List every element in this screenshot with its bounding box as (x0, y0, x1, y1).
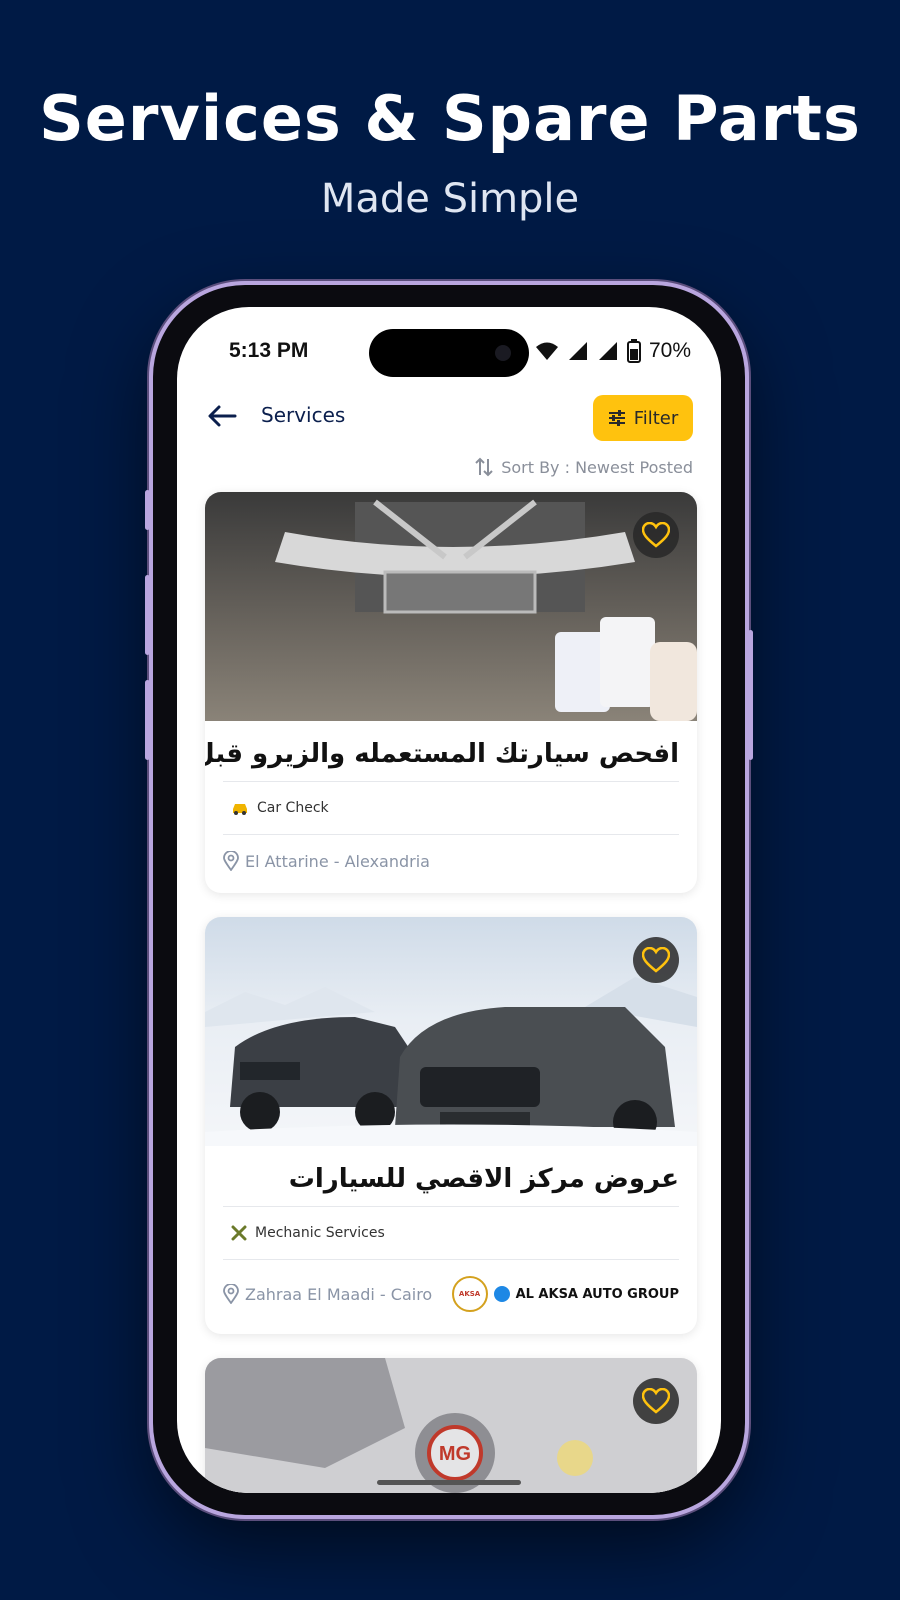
filter-label: Filter (633, 407, 679, 429)
filter-icon (608, 410, 625, 426)
mg-logo-text: MG (439, 1443, 471, 1465)
listing-image (205, 492, 697, 721)
listing-card[interactable]: عروض مركز الاقصي للسيارات Mechanic Servi… (205, 917, 697, 1334)
category-label: Car Check (257, 800, 329, 816)
hero-subtitle: Made Simple (320, 176, 580, 222)
dealer-logo: AKSA (451, 1276, 488, 1312)
wifi-icon (535, 342, 558, 360)
favorite-button[interactable] (633, 512, 679, 558)
hero-title: Services & Spare Parts (39, 82, 861, 155)
dealer-badge[interactable]: AKSA AL AKSA AUTO GROUP (451, 1276, 679, 1312)
sort-icon (475, 457, 493, 477)
phone-frame: 5:13 PM 70% Services Filter Sort By: Ne… (145, 285, 753, 1515)
location-text: Zahraa El Maadi - Cairo (245, 1284, 433, 1304)
listing-location: El Attarine - Alexandria (223, 851, 430, 871)
signal-icon (568, 342, 587, 360)
app-bar: Services Filter (177, 387, 721, 447)
verified-icon (493, 1286, 510, 1302)
location-text: El Attarine - Alexandria (245, 851, 430, 871)
home-indicator (377, 1480, 521, 1485)
listing-card[interactable]: MG (205, 1358, 697, 1493)
sort-control[interactable]: Sort By : Newest Posted (475, 457, 693, 477)
status-bar: 5:13 PM 70% (177, 329, 721, 377)
sort-label: Sort By : Newest Posted (501, 457, 693, 477)
heart-icon (642, 522, 670, 548)
dynamic-island (369, 329, 529, 377)
battery-icon (626, 339, 641, 363)
listing-list: افحص سيارتك المستعمله والزيرو قبل... Car… (205, 492, 697, 1493)
filter-button[interactable]: Filter (593, 395, 693, 441)
heart-icon (642, 947, 670, 973)
dealer-name: AL AKSA AUTO GROUP (515, 1286, 679, 1302)
app-screen: 5:13 PM 70% Services Filter Sort By: Ne… (177, 307, 721, 1493)
favorite-button[interactable] (633, 1378, 679, 1424)
favorite-button[interactable] (633, 937, 679, 983)
heart-icon (642, 1388, 670, 1414)
car-check-icon (233, 804, 247, 815)
signal-icon-2 (598, 342, 617, 360)
location-pin-icon (223, 851, 239, 871)
battery-percent: 70% (648, 339, 691, 362)
location-pin-icon (223, 1284, 239, 1304)
listing-category: Car Check (205, 782, 697, 834)
category-label: Mechanic Services (255, 1225, 385, 1241)
listing-category: Mechanic Services (205, 1207, 697, 1259)
page-title: Services (261, 403, 346, 427)
back-arrow-icon[interactable] (205, 399, 239, 433)
listing-image: MG (205, 1358, 697, 1493)
listing-card[interactable]: افحص سيارتك المستعمله والزيرو قبل... Car… (205, 492, 697, 893)
listing-title: افحص سيارتك المستعمله والزيرو قبل... (205, 739, 679, 769)
listing-title: عروض مركز الاقصي للسيارات (288, 1164, 679, 1194)
tools-icon (231, 1225, 247, 1241)
listing-location: Zahraa El Maadi - Cairo (223, 1284, 432, 1304)
status-time: 5:13 PM (229, 339, 309, 362)
listing-image (205, 917, 697, 1146)
